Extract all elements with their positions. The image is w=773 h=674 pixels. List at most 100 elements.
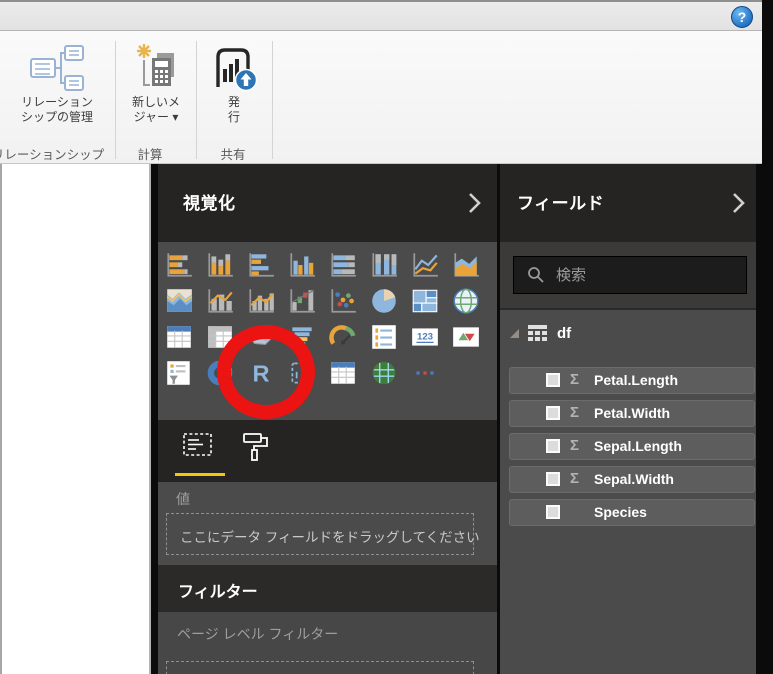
report-canvas[interactable] (0, 164, 151, 674)
page-level-filters-label: ページ レベル フィルター (177, 626, 339, 642)
page-filter-drop-zone[interactable] (166, 661, 474, 674)
field-item-sepal-width[interactable]: Σ Sepal.Width (509, 466, 755, 493)
field-name: Species (594, 504, 647, 520)
ribbon-group-label: リレーションシップ (0, 148, 105, 162)
100-stacked-column-chart-icon[interactable] (369, 250, 399, 280)
filled-map-icon[interactable] (246, 322, 276, 352)
multi-row-card-icon[interactable] (369, 322, 399, 352)
stacked-column-chart-icon[interactable] (205, 250, 235, 280)
field-checkbox[interactable] (546, 439, 560, 453)
table-name: df (557, 325, 572, 342)
fields-title: フィールド (517, 194, 605, 213)
field-checkbox[interactable] (546, 505, 560, 519)
filters-header: フィルター (158, 565, 497, 612)
ribbon-separator (272, 41, 273, 159)
publish-button[interactable]: 発 行 (200, 39, 268, 125)
visualizations-tab-bar (158, 420, 497, 482)
field-name: Sepal.Width (594, 471, 674, 487)
map-icon[interactable] (451, 286, 481, 316)
arcgis-map-icon[interactable] (369, 358, 399, 388)
field-name: Petal.Width (594, 405, 671, 421)
line-and-clustered-column-chart-icon[interactable] (246, 286, 276, 316)
values-label: 値 (176, 491, 190, 507)
search-input[interactable] (554, 257, 744, 293)
button-label: ジャー ▾ (133, 110, 179, 124)
waterfall-chart-icon[interactable] (287, 286, 317, 316)
filters-title: フィルター (178, 584, 258, 601)
collapse-pane-chevron-icon[interactable] (468, 192, 481, 214)
field-checkbox[interactable] (546, 373, 560, 387)
field-drop-zone[interactable]: ここにデータ フィールドをドラッグしてください (166, 513, 480, 555)
stacked-bar-chart-icon[interactable] (164, 250, 194, 280)
button-label: リレーション (21, 95, 93, 109)
search-icon (528, 267, 544, 283)
clustered-column-chart-icon[interactable] (287, 250, 317, 280)
visualizations-header: 視覚化 (158, 164, 497, 242)
field-item-sepal-length[interactable]: Σ Sepal.Length (509, 433, 755, 460)
search-box (513, 256, 747, 294)
filters-body: ページ レベル フィルター (158, 612, 497, 674)
area-chart-icon[interactable] (451, 250, 481, 280)
custom-visual-icon[interactable] (287, 358, 317, 388)
button-label: シップの管理 (20, 110, 93, 124)
active-tab-underline (175, 473, 225, 476)
slicer-icon[interactable] (164, 358, 194, 388)
sigma-icon: Σ (570, 437, 580, 454)
table-icon[interactable] (164, 322, 194, 352)
field-list: df Σ Petal.Length Σ Petal.Width Σ Sepal.… (500, 310, 756, 674)
table-row-df[interactable]: df (500, 322, 756, 348)
ribbon-group-label: 共有 (220, 148, 246, 162)
more-options-icon[interactable] (410, 358, 440, 388)
ribbon-group-label: 計算 (137, 148, 163, 162)
scatter-chart-icon[interactable] (328, 286, 358, 316)
drop-zone-placeholder: ここにデータ フィールドをドラッグしてください (180, 530, 480, 545)
publish-icon (216, 48, 258, 92)
help-icon[interactable]: ? (731, 6, 753, 28)
format-tab[interactable] (241, 431, 271, 463)
expand-triangle-icon[interactable] (509, 328, 521, 340)
line-chart-icon[interactable] (410, 250, 440, 280)
clustered-bar-chart-icon[interactable] (246, 250, 276, 280)
field-name: Sepal.Length (594, 438, 682, 454)
treemap-icon[interactable] (410, 286, 440, 316)
sigma-icon: Σ (570, 470, 580, 487)
line-and-stacked-column-chart-icon[interactable] (205, 286, 235, 316)
button-label: 行 (227, 110, 240, 124)
manage-relationships-icon (30, 45, 84, 91)
matrix-icon[interactable] (205, 322, 235, 352)
kpi-icon[interactable] (451, 322, 481, 352)
fields-tab[interactable] (182, 431, 214, 461)
visualizations-pane: 視覚化 123 R 値 ここにデータ フィールドをドラッグしてください フィルタ… (158, 164, 497, 674)
fields-pane: フィールド 検索 df Σ Petal.Length Σ Petal.Width… (500, 164, 756, 674)
collapse-pane-chevron-icon[interactable] (732, 192, 745, 214)
r-script-visual-icon[interactable]: R (246, 358, 276, 388)
gauge-icon[interactable] (328, 322, 358, 352)
visualizations-title: 視覚化 (183, 194, 236, 213)
title-bar: ? (0, 0, 762, 31)
ribbon: リレーション シップの管理 新しいメ ジャー ▾ 発 行 リレーションシップ 計… (0, 31, 762, 164)
stacked-area-chart-icon[interactable] (164, 286, 194, 316)
values-section: 値 ここにデータ フィールドをドラッグしてください (158, 482, 497, 565)
funnel-icon[interactable] (287, 322, 317, 352)
svg-text:123: 123 (417, 332, 433, 343)
new-measure-icon (137, 44, 174, 86)
field-name: Petal.Length (594, 372, 679, 388)
100-stacked-bar-chart-icon[interactable] (328, 250, 358, 280)
field-checkbox[interactable] (546, 406, 560, 420)
manage-relationships-button[interactable]: リレーション シップの管理 (2, 39, 112, 125)
field-checkbox[interactable] (546, 472, 560, 486)
search-strip (500, 242, 756, 310)
button-label: 発 (227, 95, 240, 109)
card-icon[interactable]: 123 (410, 322, 440, 352)
field-item-petal-width[interactable]: Σ Petal.Width (509, 400, 755, 427)
donut-chart-icon[interactable] (205, 358, 235, 388)
ribbon-separator (196, 41, 197, 159)
grid-icon[interactable] (328, 358, 358, 388)
button-label: 新しいメ (131, 95, 180, 109)
field-item-species[interactable]: Species (509, 499, 755, 526)
table-icon (528, 325, 547, 341)
pie-chart-icon[interactable] (369, 286, 399, 316)
field-item-petal-length[interactable]: Σ Petal.Length (509, 367, 755, 394)
visual-icon-grid: 123 R (164, 250, 481, 388)
new-measure-button[interactable]: 新しいメ ジャー ▾ (118, 39, 194, 125)
